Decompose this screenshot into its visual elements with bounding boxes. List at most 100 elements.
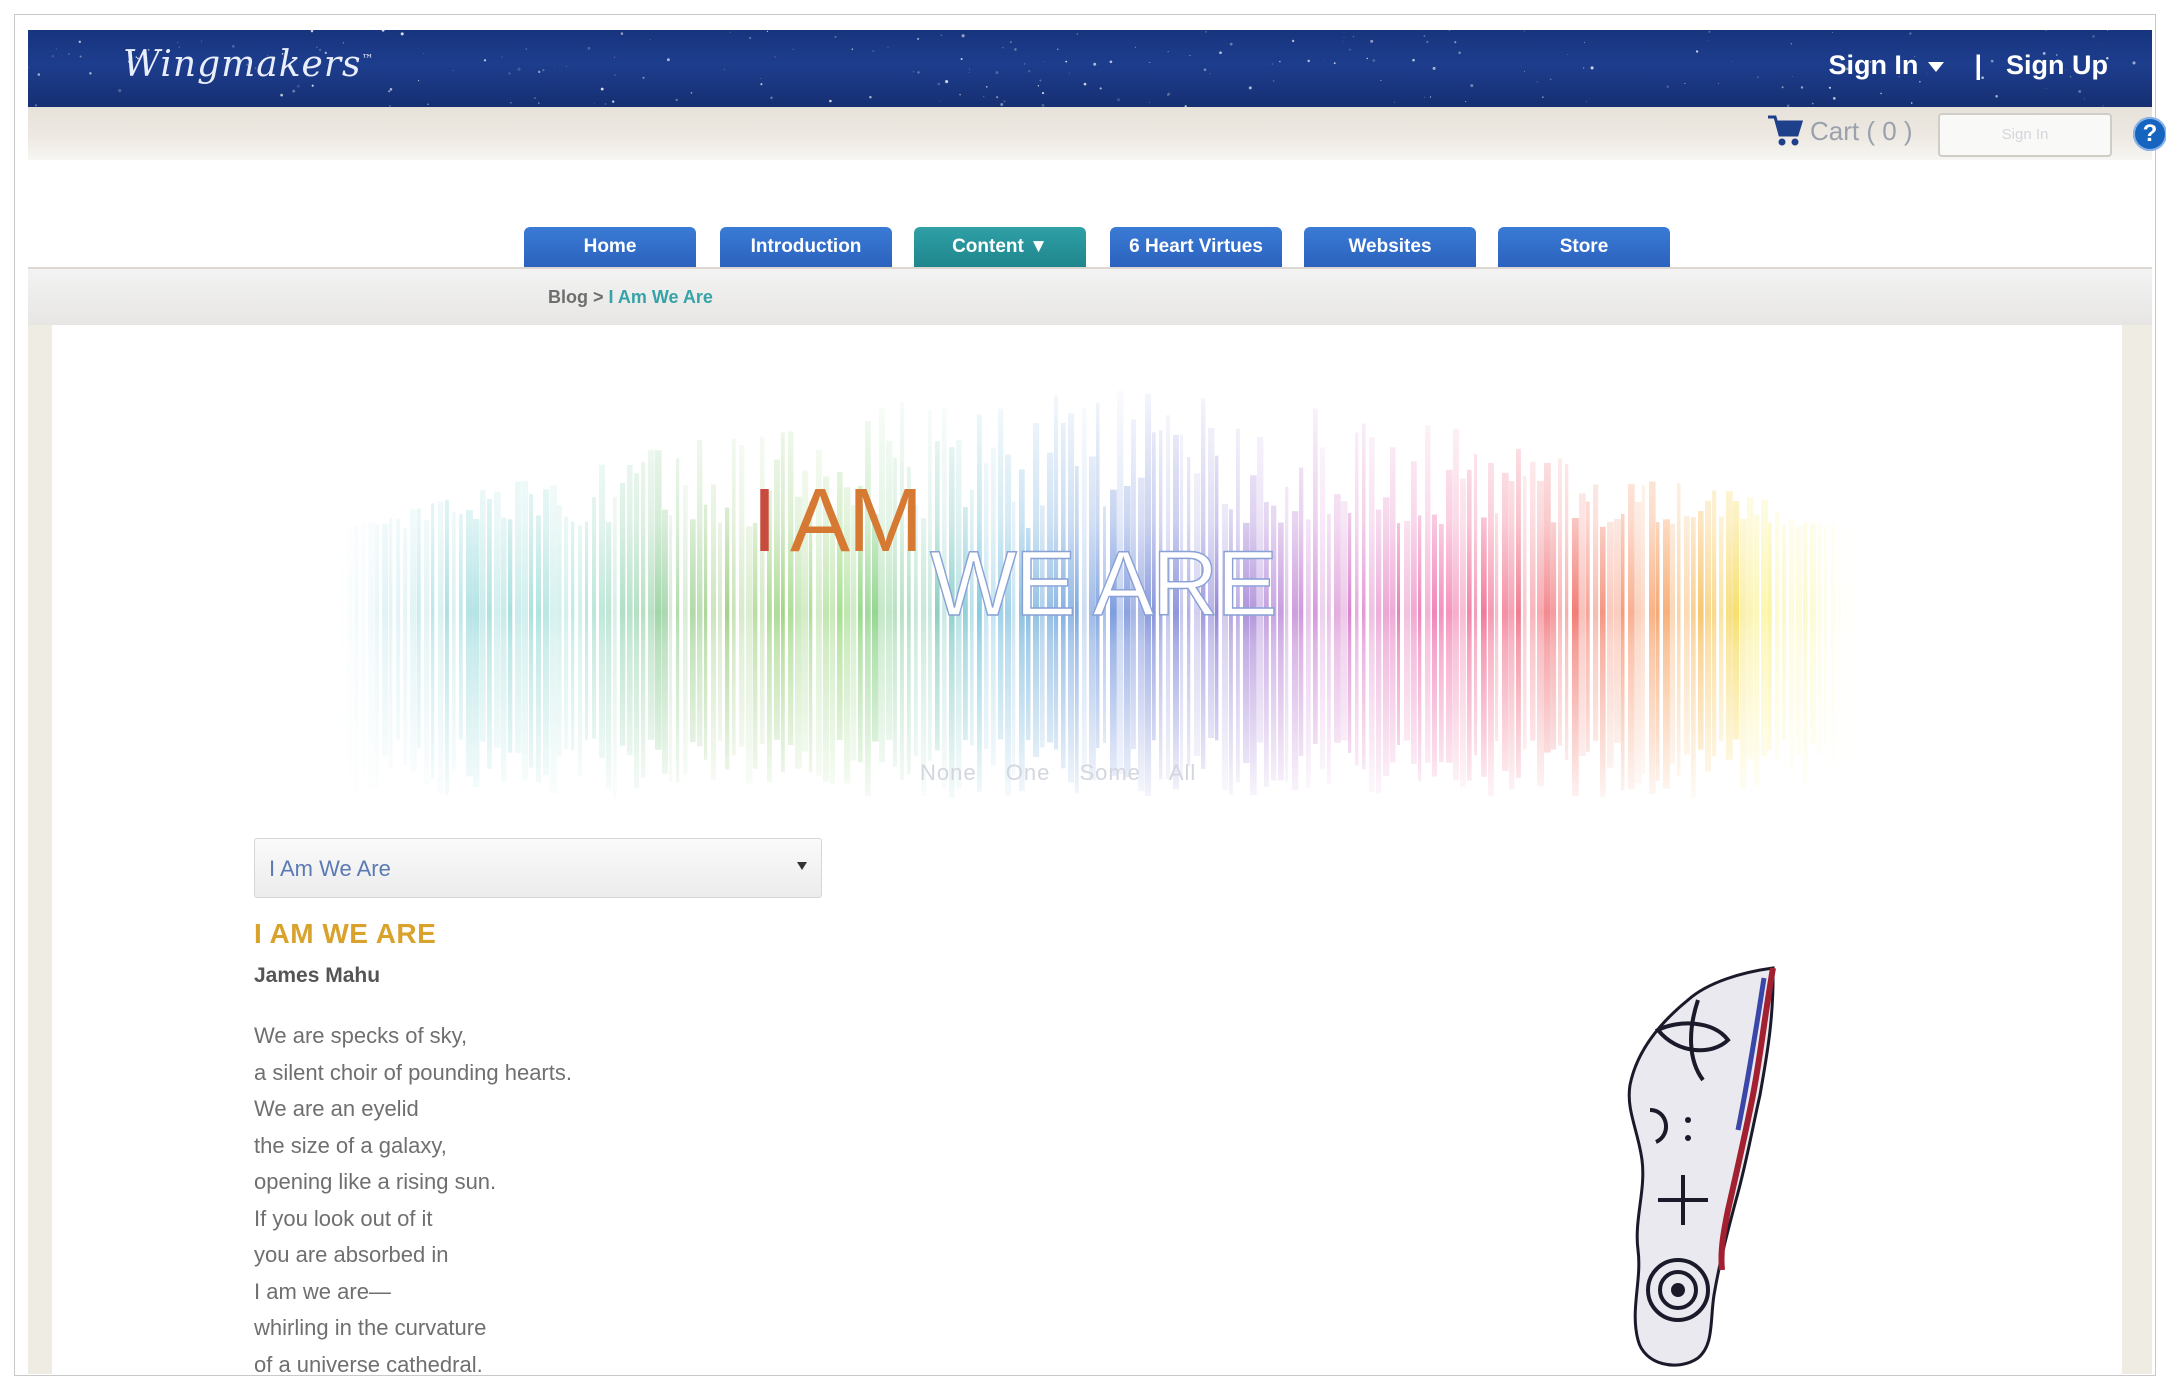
star xyxy=(1536,81,1538,83)
star xyxy=(542,69,545,72)
post-select-value: I Am We Are xyxy=(269,856,391,881)
tab-content[interactable]: Content ▼ xyxy=(914,227,1086,267)
star xyxy=(483,59,487,62)
banner-subtitle: None One Some All xyxy=(920,760,1218,786)
star xyxy=(538,102,540,104)
star xyxy=(2132,61,2136,65)
star xyxy=(1370,39,1374,43)
breadcrumb-separator: > xyxy=(588,287,609,307)
star xyxy=(1076,33,1078,35)
star xyxy=(851,48,854,50)
cart-label: Cart ( 0 ) xyxy=(1810,115,1913,146)
poem-line: opening like a rising sun. xyxy=(254,1169,497,1194)
star xyxy=(501,56,503,58)
star xyxy=(968,71,970,73)
star xyxy=(1394,101,1396,103)
star xyxy=(517,67,521,71)
star xyxy=(834,36,837,38)
breadcrumb: Blog > I Am We Are xyxy=(548,287,713,308)
star xyxy=(1291,39,1295,43)
star xyxy=(533,97,536,100)
star xyxy=(381,30,385,32)
star xyxy=(1343,40,1345,42)
star xyxy=(1167,50,1169,53)
star xyxy=(829,99,832,103)
banner-word-one: One xyxy=(1005,760,1051,785)
breadcrumb-blog-link[interactable]: Blog xyxy=(548,287,588,307)
header-bar: Wingmakers™ Sign In | Sign Up xyxy=(28,30,2152,107)
star xyxy=(1272,79,1275,82)
star xyxy=(1432,66,1436,70)
star xyxy=(1000,103,1004,106)
star xyxy=(939,100,941,102)
star xyxy=(2083,98,2085,100)
star xyxy=(642,76,645,79)
star xyxy=(67,52,70,55)
post-select-dropdown[interactable]: I Am We Are xyxy=(254,838,822,898)
star xyxy=(89,72,92,75)
account-links: Sign In | Sign Up xyxy=(1828,50,2108,81)
star xyxy=(78,40,82,44)
star xyxy=(400,32,404,36)
star xyxy=(1229,42,1233,46)
tab-home[interactable]: Home xyxy=(524,227,696,267)
star xyxy=(1792,75,1793,77)
sign-in-link[interactable]: Sign In xyxy=(1828,50,1945,81)
star xyxy=(1718,82,1720,84)
sign-up-link[interactable]: Sign Up xyxy=(2006,50,2108,81)
star xyxy=(79,55,82,58)
star xyxy=(1323,59,1325,61)
star xyxy=(2078,89,2082,94)
tab-websites[interactable]: Websites xyxy=(1304,227,1476,267)
star xyxy=(1732,61,1734,63)
star xyxy=(191,97,193,99)
star xyxy=(280,93,283,97)
star xyxy=(1470,84,1474,88)
banner-title-i: I xyxy=(752,471,777,571)
star xyxy=(1756,76,1759,79)
star xyxy=(2045,30,2047,31)
star xyxy=(1333,62,1336,65)
star xyxy=(1523,70,1525,72)
post-title: I AM WE ARE xyxy=(254,918,437,949)
star xyxy=(1909,32,1912,35)
breadcrumb-current[interactable]: I Am We Are xyxy=(609,287,713,307)
help-icon[interactable]: ? xyxy=(2133,117,2166,151)
star xyxy=(1149,62,1151,63)
star xyxy=(525,48,528,50)
star xyxy=(774,56,776,58)
star xyxy=(1069,72,1071,74)
tab-store[interactable]: Store xyxy=(1498,227,1670,267)
signin-input[interactable]: Sign In xyxy=(1938,113,2112,157)
tab-6-heart-virtues[interactable]: 6 Heart Virtues xyxy=(1110,227,1282,267)
star xyxy=(1454,41,1457,44)
star xyxy=(748,36,752,40)
star xyxy=(937,82,941,86)
star xyxy=(1065,60,1068,63)
star xyxy=(1590,66,1594,70)
star xyxy=(1448,30,1450,31)
star xyxy=(600,87,604,91)
star xyxy=(1307,59,1310,63)
tab-introduction[interactable]: Introduction xyxy=(720,227,892,267)
star xyxy=(37,73,41,76)
cart-link[interactable]: Cart ( 0 ) xyxy=(1766,113,1913,149)
star xyxy=(1366,57,1368,60)
star xyxy=(388,90,391,93)
star xyxy=(1424,96,1426,98)
caret-down-icon xyxy=(1928,61,1945,72)
site-logo[interactable]: Wingmakers™ xyxy=(123,44,375,85)
star xyxy=(666,58,670,62)
dropdown-arrow-icon xyxy=(797,862,807,870)
star xyxy=(1423,34,1426,37)
star xyxy=(1149,102,1151,104)
poem-line: We are specks of sky, xyxy=(254,1023,468,1048)
star xyxy=(510,102,512,104)
star xyxy=(1832,97,1836,100)
star xyxy=(995,71,999,75)
star xyxy=(1832,32,1834,33)
star xyxy=(1099,87,1102,90)
star xyxy=(554,66,556,68)
star xyxy=(56,48,58,50)
star xyxy=(389,88,393,91)
